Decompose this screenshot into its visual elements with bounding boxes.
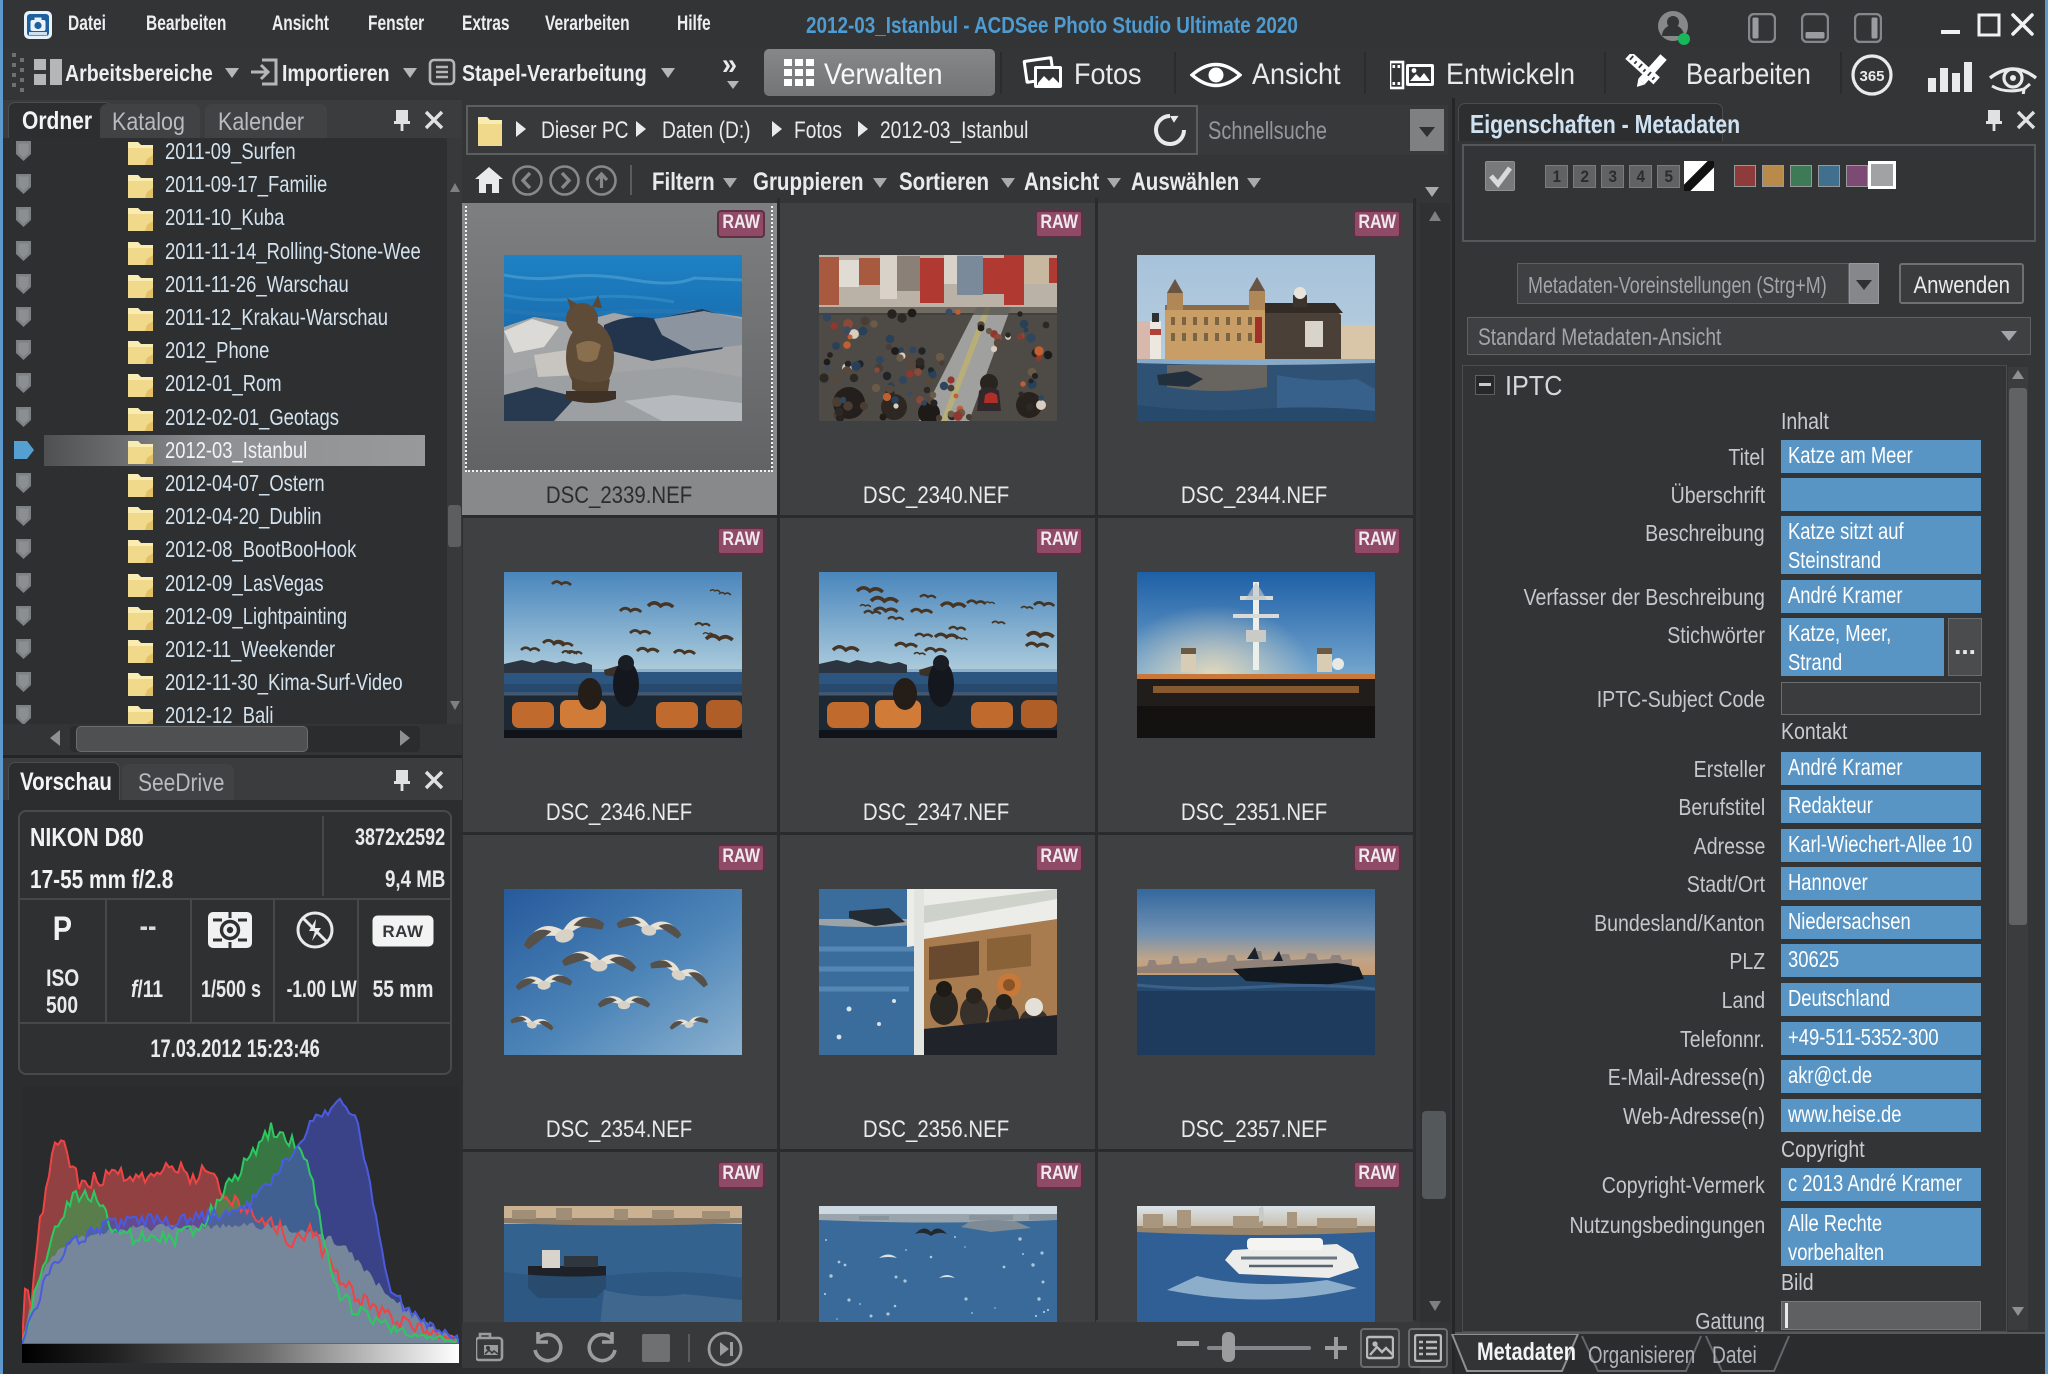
- svg-text:365: 365: [1859, 68, 1884, 85]
- svg-text:RAW: RAW: [382, 922, 424, 941]
